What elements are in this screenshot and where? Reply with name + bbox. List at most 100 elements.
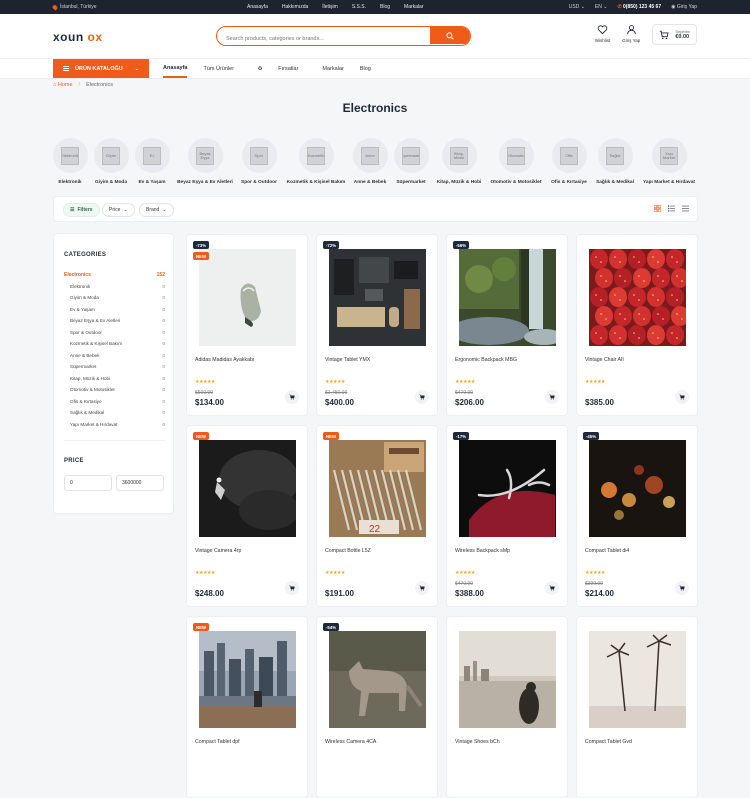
sidebar-category-item[interactable]: Kitap, Müzik & Hobi 0: [64, 373, 165, 385]
product-name[interactable]: Adidas Madidas Ayakkabı: [195, 357, 254, 363]
sidebar-category-item[interactable]: Spor & Outdoor 0: [64, 327, 165, 339]
add-to-cart-button[interactable]: [415, 390, 429, 404]
top-nav-blog[interactable]: Blog: [373, 4, 397, 10]
product-image[interactable]: [459, 249, 556, 346]
product-image[interactable]: [199, 249, 296, 346]
grid-view-icon[interactable]: [654, 205, 661, 212]
sidebar-category-item[interactable]: Elektronik 0: [64, 281, 165, 293]
product-card[interactable]: -72% Vintage Tablet YMX ★★★★★ $1,450.00 $400…: [316, 234, 438, 416]
product-name[interactable]: Wireless Backpack sMp: [455, 548, 510, 554]
product-name[interactable]: Vintage Camera 4rp: [195, 548, 241, 554]
product-image[interactable]: [199, 631, 296, 728]
category-item[interactable]: Otomotiv Otomotiv & Motosiklet: [486, 138, 546, 185]
nav-all-products[interactable]: Tüm Ürünler: [195, 59, 242, 78]
sidebar-category-item[interactable]: Giyim & Moda 0: [64, 292, 165, 304]
product-name[interactable]: Vintage Shoes bCh: [455, 739, 500, 745]
product-image[interactable]: [589, 440, 686, 537]
cart-icon: [679, 585, 685, 591]
sidebar-category-item[interactable]: Anne & Bebek 0: [64, 350, 165, 362]
discount-badge: -45%: [583, 432, 600, 440]
add-to-cart-button[interactable]: [675, 390, 689, 404]
product-name[interactable]: Compact Tablet Gvd: [585, 739, 632, 745]
category-item[interactable]: Kozmetik Kozmetik & Kişisel Bakım: [286, 138, 346, 185]
currency-selector[interactable]: USD ⌄: [569, 4, 585, 10]
phone-link[interactable]: ✆ 0(850) 123 45 67: [617, 4, 661, 10]
product-name[interactable]: Wireless Camera 4CA: [325, 739, 376, 745]
list-view-icon[interactable]: [668, 205, 675, 212]
nav-brands[interactable]: Markalar: [314, 59, 351, 78]
nav-blog[interactable]: Blog: [352, 59, 379, 78]
product-card[interactable]: NEW Compact Tablet dpf: [186, 616, 308, 798]
logo[interactable]: xoun ox: [53, 30, 103, 44]
add-to-cart-button[interactable]: [675, 581, 689, 595]
wishlist-button[interactable]: Wishlist: [595, 24, 610, 43]
category-item[interactable]: Kitap, Müzik Kitap, Müzik & Hobi: [429, 138, 489, 185]
product-card[interactable]: Vintage Chair AII ★★★★★ $385.00: [576, 234, 698, 416]
product-name[interactable]: Compact Tablet dpf: [195, 739, 240, 745]
category-item[interactable]: Beyaz Eşya Beyaz Eşya & Ev Aletleri: [175, 138, 235, 185]
sidebar-category-item[interactable]: Ev & Yaşam 0: [64, 304, 165, 316]
price-filter-dropdown[interactable]: Price ⌄: [102, 203, 135, 217]
product-card[interactable]: -54% Wireless Camera 4CA: [316, 616, 438, 798]
add-to-cart-button[interactable]: [415, 581, 429, 595]
top-nav-brands[interactable]: Markalar: [397, 4, 430, 10]
sidebar-category-item[interactable]: Yapı Market & Hırdavat 0: [64, 419, 165, 431]
product-image[interactable]: [329, 631, 426, 728]
product-image[interactable]: 22: [329, 440, 426, 537]
product-image[interactable]: [589, 249, 686, 346]
category-electronics[interactable]: Electronics 152: [64, 269, 165, 281]
product-card[interactable]: Compact Tablet Gvd: [576, 616, 698, 798]
top-nav-about[interactable]: Hakkımızda: [275, 4, 315, 10]
search-button[interactable]: [430, 27, 470, 44]
product-card[interactable]: Vintage Shoes bCh: [446, 616, 568, 798]
sidebar-category-item[interactable]: Otomotiv & Motosiklet 0: [64, 384, 165, 396]
product-card[interactable]: NEW 22 Compact Bottle L5Z ★★★★★ $191.00: [316, 425, 438, 607]
product-image[interactable]: [199, 440, 296, 537]
nav-deals[interactable]: ✪ Fırsatlar: [242, 59, 314, 78]
brand-filter-dropdown[interactable]: Brand ⌄: [139, 203, 174, 217]
product-image[interactable]: [329, 249, 426, 346]
search-input[interactable]: [217, 30, 427, 45]
product-card[interactable]: -56% Ergonomic Backpack MBG ★★★★★ $470.00 $2…: [446, 234, 568, 416]
product-name[interactable]: Compact Tablet di4: [585, 548, 629, 554]
product-card[interactable]: -45% Compact Tablet di4 ★★★★★ $390.00 $214.0…: [576, 425, 698, 607]
top-nav-faq[interactable]: S.S.S.: [345, 4, 373, 10]
sidebar-category-item[interactable]: Beyaz Eşya & Ev Aletleri 0: [64, 315, 165, 327]
product-image[interactable]: [589, 631, 686, 728]
sidebar-category-item[interactable]: Süpermarket 0: [64, 361, 165, 373]
product-image[interactable]: [459, 631, 556, 728]
cart-button[interactable]: Sepetim €0.00: [652, 24, 697, 45]
top-login-link[interactable]: ◉ Giriş Yap: [671, 4, 697, 10]
language-selector[interactable]: EN ⌄: [595, 4, 608, 10]
product-name[interactable]: Vintage Tablet YMX: [325, 357, 370, 363]
price-min-input[interactable]: 0: [64, 475, 112, 491]
product-card[interactable]: NEW Vintage Camera 4rp ★★★★★ $248.00: [186, 425, 308, 607]
catalog-button[interactable]: ÜRÜN KATALOĞU ⌄: [53, 59, 149, 78]
price-max-input[interactable]: 3600000: [116, 475, 164, 491]
add-to-cart-button[interactable]: [285, 390, 299, 404]
sidebar-category-item[interactable]: Kozmetik & Kişisel Bakım 0: [64, 338, 165, 350]
product-card[interactable]: -73% NEW Adidas Madidas Ayakkabı ★★★★★ $500.…: [186, 234, 308, 416]
sidebar-category-item[interactable]: Sağlık & Medikal 0: [64, 407, 165, 419]
product-image[interactable]: [459, 440, 556, 537]
filters-button[interactable]: ☰ Filters: [63, 203, 100, 217]
product-name[interactable]: Ergonomic Backpack MBG: [455, 357, 517, 363]
category-item[interactable]: Sağlık Sağlık & Medikal: [585, 138, 645, 185]
product-card[interactable]: -17% Wireless Backpack sMp ★★★★★ $470.00 $38…: [446, 425, 568, 607]
account-button[interactable]: Giriş Yap: [622, 24, 640, 43]
top-nav-contact[interactable]: İletişim: [315, 4, 345, 10]
top-nav-home[interactable]: Anasayfa: [240, 4, 275, 10]
sidebar-category-item[interactable]: Ofis & Kırtasiye 0: [64, 396, 165, 408]
add-to-cart-button[interactable]: [545, 581, 559, 595]
category-item[interactable]: Spor Spor & Outdoor: [229, 138, 289, 185]
home-icon: ⌂: [53, 82, 57, 88]
product-name[interactable]: Vintage Chair AII: [585, 357, 624, 363]
category-item[interactable]: Yapı Market Yapı Market & Hırdavat: [639, 138, 699, 185]
add-to-cart-button[interactable]: [285, 581, 299, 595]
category-item[interactable]: Ev Ev & Yaşam: [122, 138, 182, 185]
breadcrumb-home[interactable]: ⌂ Home: [53, 82, 73, 88]
add-to-cart-button[interactable]: [545, 390, 559, 404]
nav-home[interactable]: Anasayfa: [163, 59, 188, 78]
product-name[interactable]: Compact Bottle L5Z: [325, 548, 371, 554]
compact-list-icon[interactable]: [682, 205, 689, 212]
